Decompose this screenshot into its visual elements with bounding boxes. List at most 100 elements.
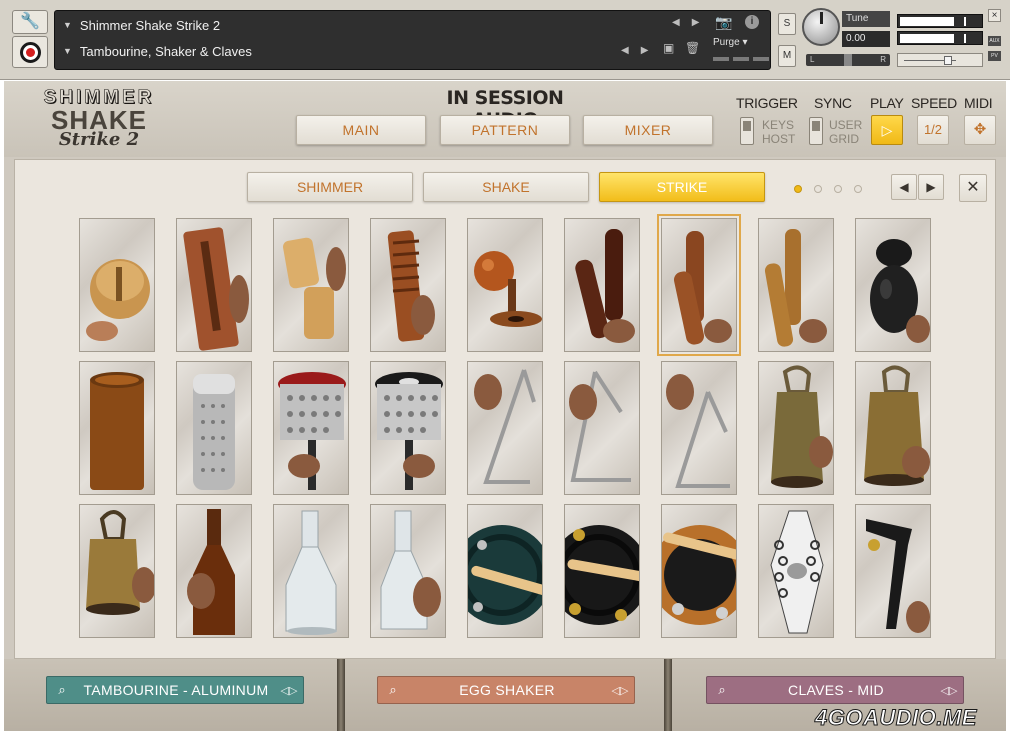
sync-switch[interactable] bbox=[809, 117, 823, 145]
instrument-name-row[interactable]: ▼ Shimmer Shake Strike 2 bbox=[63, 15, 220, 35]
woodblock-bell-icon bbox=[86, 259, 150, 341]
slot-1-arrows[interactable]: ◁▷ bbox=[275, 684, 303, 697]
kontakt-header: 🔧 ▼ Shimmer Shake Strike 2 ◀▶ ▼ Tambouri… bbox=[0, 0, 1010, 80]
instrument-tile-wood-tone[interactable] bbox=[273, 218, 349, 352]
instrument-tile-claves-dark[interactable] bbox=[564, 218, 640, 352]
trash-icon[interactable]: 🗑 bbox=[685, 41, 700, 55]
page-dot-1[interactable] bbox=[794, 185, 802, 193]
slot-2-selector[interactable]: ⌕ EGG SHAKER ◁▷ bbox=[377, 676, 635, 704]
search-icon[interactable]: ⌕ bbox=[378, 682, 408, 698]
purge-dropdown[interactable]: Purge ▾ bbox=[713, 37, 748, 48]
tab-main[interactable]: MAIN bbox=[296, 115, 426, 145]
volume-slider[interactable] bbox=[897, 53, 983, 67]
instrument-tile-castanets[interactable] bbox=[855, 218, 931, 352]
volume-handle[interactable] bbox=[944, 56, 952, 65]
instrument-tile-guiro-block[interactable] bbox=[370, 218, 446, 352]
search-icon[interactable]: ⌕ bbox=[47, 682, 77, 698]
page-dot-3[interactable] bbox=[834, 185, 842, 193]
tambourine-black-icon bbox=[468, 525, 542, 625]
sync-opt-grid: GRID bbox=[829, 132, 859, 146]
instrument-tile-cowbell-large[interactable] bbox=[855, 361, 931, 495]
wrench-icon[interactable]: 🔧 bbox=[12, 10, 48, 34]
instrument-tile-tambourine-aluminum[interactable] bbox=[661, 504, 737, 638]
instrument-tile-slit-drum[interactable] bbox=[176, 218, 252, 352]
record-button[interactable] bbox=[12, 36, 48, 68]
aux-button[interactable]: AUX bbox=[988, 36, 1001, 46]
slot-2-arrows[interactable]: ◁▷ bbox=[606, 684, 634, 697]
tab-mixer[interactable]: MIXER bbox=[583, 115, 713, 145]
instrument-tile-wood-ball-clapper[interactable] bbox=[467, 218, 543, 352]
slot-1-label: TAMBOURINE - ALUMINUM bbox=[83, 682, 269, 698]
solo-button[interactable]: S bbox=[778, 13, 796, 35]
save-icon[interactable]: ▣ bbox=[663, 41, 674, 55]
multi-name: Tambourine, Shaker & Claves bbox=[79, 43, 252, 59]
tune-knob[interactable] bbox=[802, 8, 840, 46]
cowbell-large-icon bbox=[864, 365, 930, 486]
triangle-c-icon bbox=[666, 374, 730, 488]
wood-ball-clapper-icon bbox=[474, 251, 542, 327]
slot-3-arrows[interactable]: ◁▷ bbox=[935, 684, 963, 697]
instrument-browser: SHIMMER SHAKE STRIKE ◀ ▶ ✕ bbox=[14, 159, 996, 659]
instrument-tile-triangle-b[interactable] bbox=[564, 361, 640, 495]
tab-pattern[interactable]: PATTERN bbox=[440, 115, 570, 145]
play-button[interactable]: ▷ bbox=[871, 115, 903, 145]
midi-learn-button[interactable]: ✥ bbox=[964, 115, 996, 145]
info-icon[interactable]: i bbox=[745, 15, 759, 29]
instrument-tile-glass-bottle-a[interactable] bbox=[273, 504, 349, 638]
tambourine-brass-icon bbox=[565, 525, 639, 625]
multi-name-row[interactable]: ▼ Tambourine, Shaker & Claves bbox=[63, 41, 252, 61]
instrument-tile-tambourine-brass[interactable] bbox=[564, 504, 640, 638]
page-dot-4[interactable] bbox=[854, 185, 862, 193]
pv-button[interactable]: PV bbox=[988, 51, 1001, 61]
slot-3-label: CLAVES - MID bbox=[788, 682, 884, 698]
play-label: PLAY bbox=[870, 95, 904, 111]
next-page-button[interactable]: ▶ bbox=[918, 174, 944, 200]
trigger-opt-keys: KEYS bbox=[762, 118, 795, 132]
trigger-switch[interactable] bbox=[740, 117, 754, 145]
instrument-tile-woodblock-bell[interactable] bbox=[79, 218, 155, 352]
instrument-tile-triangle-a[interactable] bbox=[467, 361, 543, 495]
instrument-tile-wood-cylinder[interactable] bbox=[79, 361, 155, 495]
close-browser-button[interactable]: ✕ bbox=[959, 174, 987, 202]
search-icon[interactable]: ⌕ bbox=[707, 682, 737, 698]
instrument-tile-claves-mid[interactable] bbox=[657, 214, 741, 356]
instrument-tile-metal-guiro[interactable] bbox=[176, 361, 252, 495]
close-icon[interactable]: × bbox=[988, 9, 1001, 22]
tune-value[interactable]: 0.00 bbox=[842, 31, 890, 47]
instrument-tile-black-cabasa[interactable] bbox=[370, 361, 446, 495]
instrument-tile-claves-light[interactable] bbox=[758, 218, 834, 352]
mute-button[interactable]: M bbox=[778, 45, 796, 67]
tab-strike[interactable]: STRIKE bbox=[599, 172, 765, 202]
pan-slider[interactable]: L R bbox=[806, 54, 890, 66]
tab-shimmer[interactable]: SHIMMER bbox=[247, 172, 413, 202]
instrument-name: Shimmer Shake Strike 2 bbox=[79, 17, 221, 33]
instrument-tile-bell-small[interactable] bbox=[79, 504, 155, 638]
instrument-tile-red-cabasa[interactable] bbox=[273, 361, 349, 495]
instrument-tile-tambourine-black[interactable] bbox=[467, 504, 543, 638]
instrument-tile-beer-bottle[interactable] bbox=[176, 504, 252, 638]
bell-small-icon bbox=[86, 510, 154, 615]
black-cabasa-icon bbox=[375, 372, 443, 490]
glass-bottle-a-icon bbox=[285, 510, 337, 635]
tab-shake[interactable]: SHAKE bbox=[423, 172, 589, 202]
metal-guiro-icon bbox=[193, 374, 235, 490]
claves-mid-icon bbox=[673, 231, 732, 345]
camera-icon[interactable]: 📷 bbox=[715, 14, 732, 31]
slit-drum-icon bbox=[183, 227, 249, 351]
instrument-tile-cowbell-small[interactable] bbox=[758, 361, 834, 495]
beer-bottle-icon bbox=[187, 509, 235, 635]
instrument-tile-chain-shaker[interactable] bbox=[758, 504, 834, 638]
prev-page-button[interactable]: ◀ bbox=[891, 174, 917, 200]
instrument-nav-arrows[interactable]: ◀▶ bbox=[672, 17, 711, 28]
pan-handle[interactable] bbox=[844, 54, 852, 66]
slot-1-selector[interactable]: ⌕ TAMBOURINE - ALUMINUM ◁▷ bbox=[46, 676, 304, 704]
speed-button[interactable]: 1/2 bbox=[917, 115, 949, 145]
instrument-tile-glass-bottle-b[interactable] bbox=[370, 504, 446, 638]
page-dot-2[interactable] bbox=[814, 185, 822, 193]
instrument-tile-metal-clapper[interactable] bbox=[855, 504, 931, 638]
instrument-tile-triangle-c[interactable] bbox=[661, 361, 737, 495]
multi-nav-arrows[interactable]: ◀▶ bbox=[621, 45, 660, 56]
trigger-label: TRIGGER bbox=[736, 95, 798, 111]
slot-3-selector[interactable]: ⌕ CLAVES - MID ◁▷ bbox=[706, 676, 964, 704]
chain-shaker-icon bbox=[770, 510, 824, 634]
